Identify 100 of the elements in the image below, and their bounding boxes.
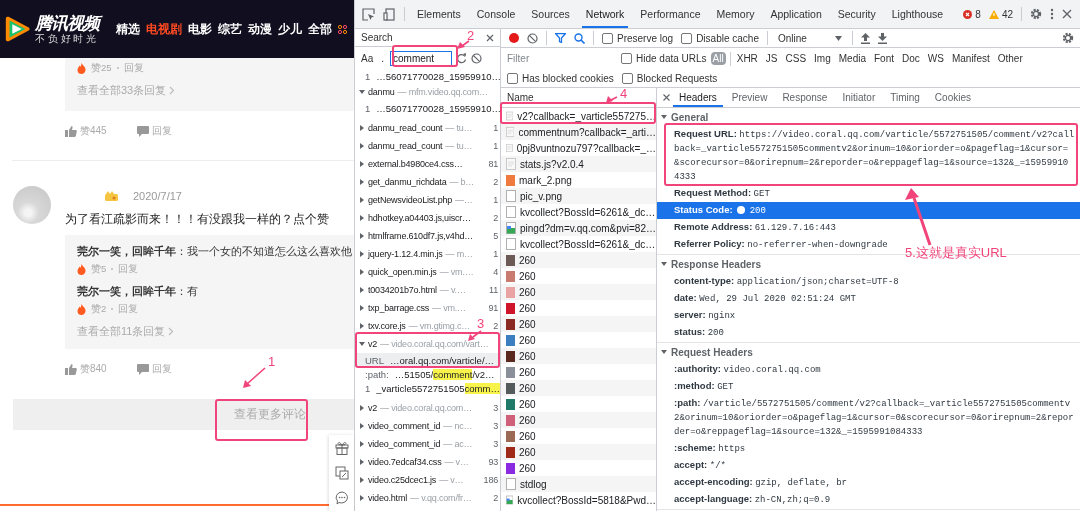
devtools-tab[interactable]: Network [581, 0, 629, 28]
nav-link[interactable]: 少儿 [278, 20, 302, 38]
request-row[interactable]: 260 [501, 252, 656, 268]
record-button[interactable] [509, 33, 519, 43]
request-row[interactable]: mark_2.png [501, 172, 656, 188]
refresh-icon[interactable] [456, 52, 467, 64]
expand-arrow-icon[interactable] [359, 305, 365, 311]
close-icon[interactable] [663, 94, 670, 101]
request-row[interactable]: 260 [501, 300, 656, 316]
search-icon[interactable] [574, 32, 585, 44]
expand-arrow-icon[interactable] [359, 233, 365, 239]
request-row[interactable]: 260 [501, 348, 656, 364]
filter-icon[interactable] [555, 33, 566, 43]
devtools-tab[interactable]: Lighthouse [887, 0, 948, 28]
flame-icon[interactable] [77, 263, 86, 275]
expand-arrow-icon[interactable] [359, 477, 365, 483]
type-filter[interactable]: Img [812, 52, 833, 65]
detail-tab[interactable]: Timing [884, 88, 926, 107]
header-row[interactable]: accept-encoding: gzip, deflate, br [657, 474, 847, 491]
expand-arrow-icon[interactable] [359, 287, 365, 293]
close-icon[interactable] [486, 33, 494, 42]
grid-icon[interactable] [338, 24, 347, 34]
request-row[interactable]: v2?callback=_varticle557275… [501, 108, 656, 124]
warning-count[interactable]: 42 [1001, 8, 1013, 20]
chat-icon[interactable] [334, 491, 349, 506]
request-row[interactable]: pingd?dm=v.qq.com&pvi=82… [501, 220, 656, 236]
header-row[interactable]: Remote Address: 61.129.7.16:443 [657, 219, 836, 236]
request-row[interactable]: 260 [501, 412, 656, 428]
detail-tab[interactable]: Preview [725, 88, 774, 107]
type-filter[interactable]: Other [995, 52, 1025, 65]
expand-arrow-icon[interactable] [359, 341, 365, 347]
header-row[interactable]: date: Wed, 29 Jul 2020 02:51:24 GMT [657, 290, 856, 307]
settings-icon[interactable] [1030, 8, 1042, 20]
request-row[interactable]: kvcollect?BossId=5818&Pwd… [501, 492, 656, 508]
nav-link[interactable]: 综艺 [218, 20, 242, 38]
type-filter[interactable]: CSS [783, 52, 809, 65]
header-row[interactable]: :method: GET [657, 378, 734, 395]
request-row[interactable]: kvcollect?BossId=6261&_dc… [501, 236, 656, 252]
request-row[interactable]: 260 [501, 428, 656, 444]
regex-toggle[interactable]: . [379, 52, 386, 64]
header-row[interactable]: :scheme: https [657, 440, 746, 457]
expand-arrow-icon[interactable] [359, 269, 365, 275]
devtools-tab[interactable]: Memory [712, 0, 759, 28]
comment-icon[interactable] [136, 125, 149, 137]
header-row[interactable]: accept-language: zh-CN,zh;q=0.9 [657, 491, 831, 508]
devtools-tab[interactable]: Performance [636, 0, 705, 28]
section-header[interactable]: Response Headers [657, 255, 762, 273]
request-row[interactable]: 260 [501, 316, 656, 332]
search-result-line[interactable]: 1 …56071770028_15959910… [355, 101, 500, 115]
expand-arrow-icon[interactable] [359, 143, 365, 149]
devtools-tab[interactable]: Elements [413, 0, 465, 28]
nav-link[interactable]: 动漫 [248, 20, 272, 38]
request-row[interactable]: 260 [501, 332, 656, 348]
error-icon[interactable] [963, 9, 973, 19]
nav-link[interactable]: 全部 [308, 20, 332, 38]
thumbs-up-icon[interactable] [65, 125, 77, 137]
throttling-dropdown[interactable]: Online [775, 32, 844, 44]
expand-arrow-icon[interactable] [661, 114, 667, 120]
checkbox[interactable] [602, 32, 613, 44]
request-row[interactable]: 260 [501, 380, 656, 396]
expand-arrow-icon[interactable] [359, 179, 365, 185]
expand-arrow-icon[interactable] [661, 261, 667, 267]
type-filter[interactable]: Doc [900, 52, 922, 65]
upload-icon[interactable] [860, 32, 870, 44]
comment-icon[interactable] [136, 363, 149, 375]
request-row[interactable]: 0pj8vuntnozu797?callback=_… [501, 140, 656, 156]
expand-arrow-icon[interactable] [359, 125, 365, 131]
expand-arrow-icon[interactable] [359, 423, 365, 429]
request-row[interactable]: kvcollect?BossId=6261&_dc… [501, 204, 656, 220]
search-result-line[interactable]: 1 _varticle5572751505comm… [355, 381, 500, 395]
expand-arrow-icon[interactable] [359, 459, 365, 465]
thumbs-up-icon[interactable] [65, 363, 77, 375]
request-row[interactable]: commentnum?callback=_arti… [501, 124, 656, 140]
expand-arrow-icon[interactable] [359, 251, 365, 257]
detail-tab[interactable]: Initiator [836, 88, 882, 107]
type-filter[interactable]: Manifest [949, 52, 992, 65]
header-row[interactable]: Referrer Policy: no-referrer-when-downgrade [657, 236, 888, 253]
expand-arrow-icon[interactable] [359, 89, 365, 95]
devtools-tab[interactable]: Security [833, 0, 880, 28]
request-row[interactable]: stdlog [501, 476, 656, 492]
more-menu-icon[interactable] [1050, 8, 1054, 20]
section-header[interactable]: Request Headers [657, 343, 753, 361]
type-filter[interactable]: JS [763, 52, 780, 65]
type-filter[interactable]: XHR [734, 52, 760, 65]
flame-icon[interactable] [77, 62, 86, 74]
search-result-line[interactable]: 1 …56071770028_15959910… [355, 69, 500, 83]
header-row[interactable]: content-type: application/json;charset=UTF-8 [657, 273, 899, 290]
search-field[interactable]: comment [390, 50, 452, 66]
devtools-tab[interactable]: Sources [527, 0, 574, 28]
request-row[interactable]: 260 [501, 284, 656, 300]
checkbox[interactable] [681, 32, 693, 44]
request-row[interactable]: pic_v.png [501, 188, 656, 204]
device-icon[interactable] [383, 7, 396, 21]
type-filter[interactable]: WS [925, 52, 946, 65]
request-row[interactable]: 260 [501, 444, 656, 460]
header-row[interactable]: accept: */* [657, 457, 726, 474]
inspect-icon[interactable] [362, 7, 375, 21]
expand-arrow-icon[interactable] [661, 349, 667, 355]
play-logo-icon[interactable] [3, 15, 31, 43]
detail-tab[interactable]: Headers [673, 88, 723, 107]
